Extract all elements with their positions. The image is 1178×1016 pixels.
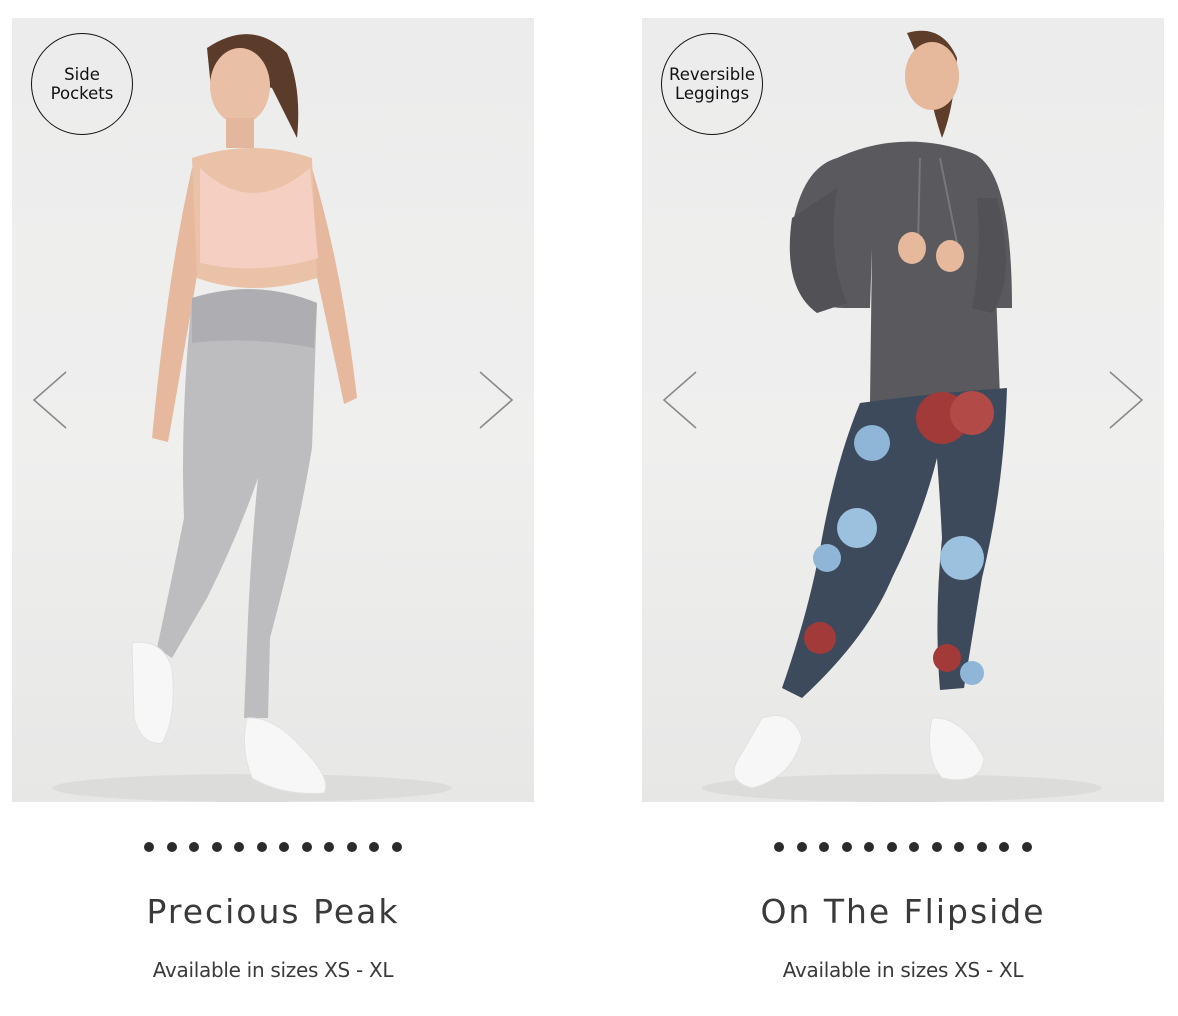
carousel-dot[interactable] — [796, 842, 807, 852]
carousel-dot[interactable] — [391, 842, 402, 852]
carousel-dot[interactable] — [999, 842, 1010, 852]
product-card-on-the-flipside[interactable]: Reversible Leggings On The Flipside Avai… — [642, 0, 1164, 1016]
badge-line-2: Pockets — [50, 84, 114, 103]
chevron-right-icon[interactable] — [1102, 370, 1146, 430]
carousel-dot[interactable] — [324, 842, 335, 852]
carousel-dot[interactable] — [774, 842, 785, 852]
carousel-dot[interactable] — [279, 842, 290, 852]
badge-line-1: Side — [64, 65, 100, 84]
carousel-dot[interactable] — [886, 842, 897, 852]
carousel-dot[interactable] — [346, 842, 357, 852]
carousel-dot[interactable] — [166, 842, 177, 852]
size-availability: Available in sizes XS - XL — [152, 958, 394, 982]
size-availability: Available in sizes XS - XL — [782, 958, 1024, 982]
carousel-dot[interactable] — [234, 842, 245, 852]
model-figure-image — [52, 34, 452, 802]
carousel-dot[interactable] — [976, 842, 987, 852]
chevron-left-icon[interactable] — [30, 370, 74, 430]
product-grid: Side Pockets Precious Peak Available in … — [0, 0, 1178, 1016]
product-card-precious-peak[interactable]: Side Pockets Precious Peak Available in … — [12, 0, 534, 1016]
carousel-dot[interactable] — [144, 842, 155, 852]
carousel-dot[interactable] — [954, 842, 965, 852]
product-name[interactable]: Precious Peak — [12, 892, 534, 931]
model-figure-image — [702, 30, 1102, 802]
carousel-dot[interactable] — [301, 842, 312, 852]
carousel-dot[interactable] — [864, 842, 875, 852]
chevron-right-icon[interactable] — [472, 370, 516, 430]
product-name[interactable]: On The Flipside — [642, 892, 1164, 931]
badge-line-1: Reversible — [669, 65, 755, 84]
carousel-dot[interactable] — [931, 842, 942, 852]
carousel-dot[interactable] — [909, 842, 920, 852]
carousel-dot[interactable] — [1021, 842, 1032, 852]
carousel-dot[interactable] — [819, 842, 830, 852]
carousel-dot[interactable] — [189, 842, 200, 852]
carousel-dots — [642, 842, 1164, 852]
feature-badge: Reversible Leggings — [661, 33, 763, 135]
chevron-left-icon[interactable] — [660, 370, 704, 430]
feature-badge: Side Pockets — [31, 33, 133, 135]
carousel-dot[interactable] — [369, 842, 380, 852]
carousel-dot[interactable] — [841, 842, 852, 852]
product-image-carousel[interactable]: Reversible Leggings — [642, 18, 1164, 802]
badge-line-2: Leggings — [674, 84, 750, 103]
product-image-carousel[interactable]: Side Pockets — [12, 18, 534, 802]
carousel-dots — [12, 842, 534, 852]
carousel-dot[interactable] — [256, 842, 267, 852]
carousel-dot[interactable] — [211, 842, 222, 852]
